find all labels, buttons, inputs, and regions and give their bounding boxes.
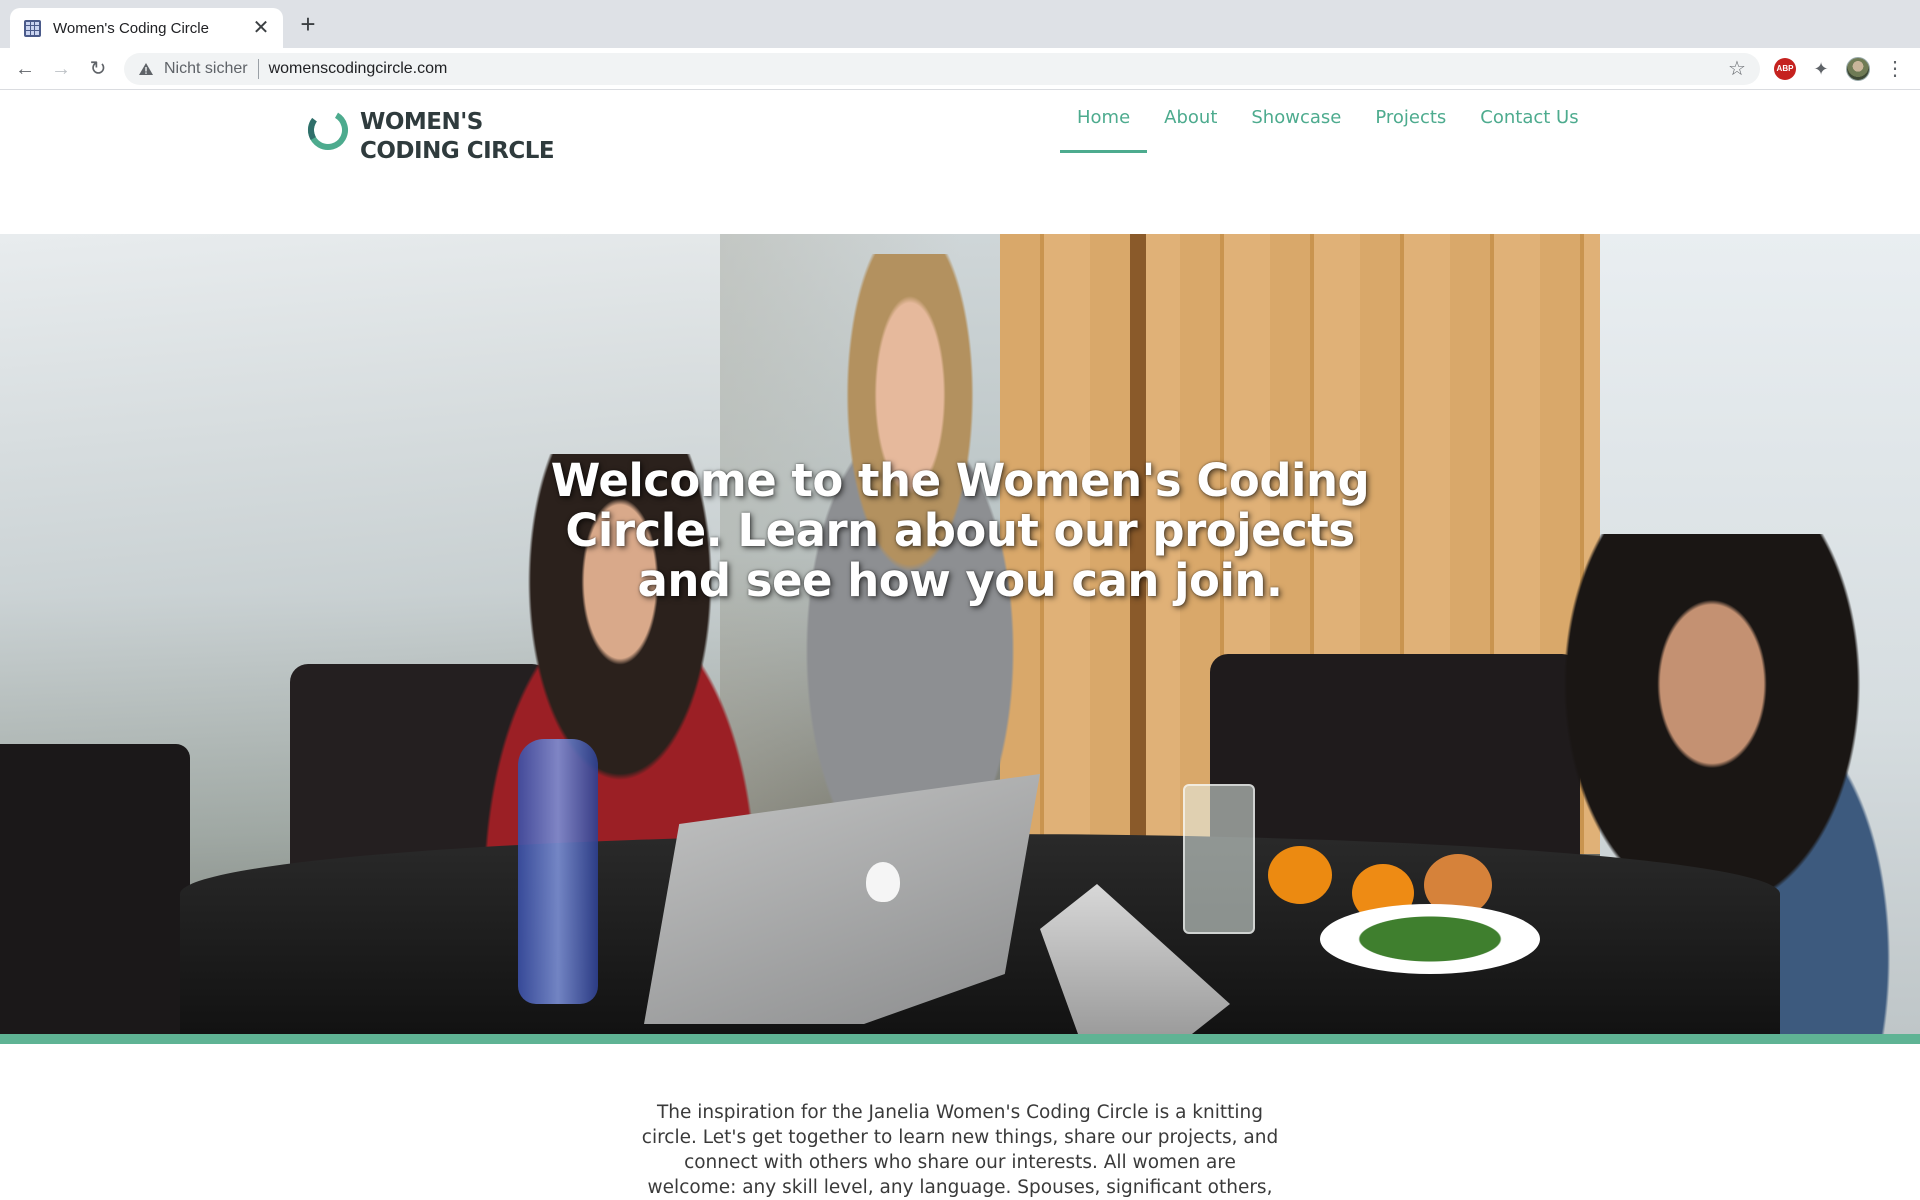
nav-home[interactable]: Home [1060, 104, 1148, 153]
browser-toolbar: ← → ↻ Nicht sicher womenscodingcircle.co… [0, 48, 1920, 90]
logo-circle-icon [308, 110, 348, 150]
hero-photo-water-bottle [518, 739, 598, 1004]
nav-projects[interactable]: Projects [1358, 104, 1463, 152]
hero-title: Welcome to the Women's Coding Circle. Le… [550, 454, 1370, 607]
browser-tab-bar: Women's Coding Circle ✕ + [0, 0, 1920, 48]
url-text[interactable]: womenscodingcircle.com [269, 60, 1726, 78]
logo-line-1: WOMEN'S [360, 109, 483, 135]
site-favicon-icon [24, 19, 41, 37]
warning-icon[interactable] [138, 61, 154, 77]
hero-photo-apple-logo-icon [866, 862, 900, 902]
site-header: WOMEN'S CODING CIRCLE Home About Showcas… [0, 90, 1920, 234]
main-nav: Home About Showcase Projects Contact Us [1060, 104, 1596, 153]
adblock-extension-icon[interactable]: ABP [1774, 58, 1796, 80]
bookmark-star-icon[interactable]: ☆ [1726, 58, 1748, 80]
close-tab-icon[interactable]: ✕ [251, 18, 271, 38]
address-bar[interactable]: Nicht sicher womenscodingcircle.com ☆ [124, 53, 1760, 85]
profile-avatar[interactable] [1846, 57, 1870, 81]
omnibox-divider [257, 59, 259, 79]
nav-contact-us[interactable]: Contact Us [1463, 104, 1595, 152]
reload-button[interactable]: ↻ [85, 56, 111, 82]
forward-button[interactable]: → [48, 56, 74, 82]
new-tab-button[interactable]: + [296, 11, 320, 37]
security-status[interactable]: Nicht sicher [164, 60, 248, 78]
browser-tab[interactable]: Women's Coding Circle ✕ [10, 8, 283, 48]
tab-title: Women's Coding Circle [53, 19, 209, 37]
hero-photo-chair-left [0, 744, 190, 1034]
nav-about[interactable]: About [1147, 104, 1234, 152]
logo-line-2: CODING CIRCLE [360, 138, 555, 164]
site-logo[interactable]: WOMEN'S CODING CIRCLE [306, 108, 555, 166]
hero-banner: Welcome to the Women's Coding Circle. Le… [0, 234, 1920, 1034]
hero-photo-salad-plate [1320, 904, 1540, 974]
back-button[interactable]: ← [12, 56, 38, 82]
browser-menu-icon[interactable]: ⋮ [1884, 58, 1906, 80]
hero-photo-orange [1268, 846, 1332, 904]
logo-wordmark: WOMEN'S CODING CIRCLE [360, 108, 555, 166]
nav-showcase[interactable]: Showcase [1234, 104, 1358, 152]
intro-paragraph: The inspiration for the Janelia Women's … [641, 1102, 1279, 1198]
hero-photo-glass [1183, 784, 1255, 934]
accent-divider [0, 1034, 1920, 1044]
extensions-puzzle-icon[interactable]: ✦ [1810, 58, 1832, 80]
